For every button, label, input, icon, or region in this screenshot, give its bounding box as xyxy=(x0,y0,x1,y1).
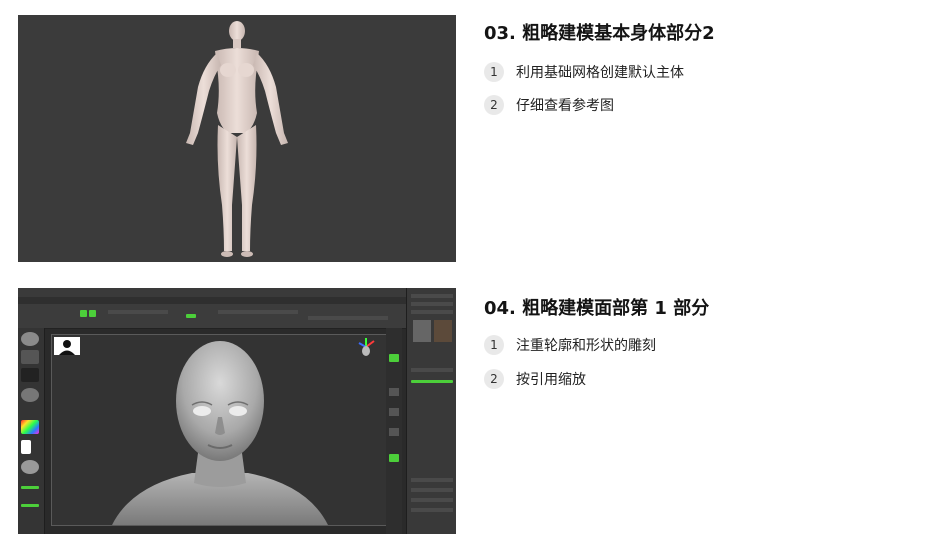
step-number-badge: 2 xyxy=(484,95,504,115)
step-number-badge: 1 xyxy=(484,62,504,82)
palette-row xyxy=(411,478,453,482)
draw-mode-button xyxy=(80,310,87,317)
color-swatch-icon xyxy=(21,440,31,454)
step-text: 注重轮廓和形状的雕刻 xyxy=(516,338,656,354)
tool-thumbnail xyxy=(413,320,431,342)
zbrush-face-screenshot xyxy=(18,288,456,534)
list-item: 2 仔细查看参考图 xyxy=(484,94,614,116)
matcap-icon xyxy=(21,460,39,474)
active-toggle xyxy=(389,354,399,362)
palette-row xyxy=(411,302,453,306)
gizmo-axis-icon xyxy=(358,338,375,356)
zbrush-top-shelf xyxy=(18,304,456,329)
step-number-badge: 2 xyxy=(484,369,504,389)
step-text: 仔细查看参考图 xyxy=(516,98,614,114)
step-text: 按引用缩放 xyxy=(516,372,586,388)
palette-row xyxy=(411,498,453,502)
portrait-reference-icon xyxy=(54,337,80,355)
stroke-icon xyxy=(21,350,39,364)
material-icon xyxy=(21,388,39,402)
face-sculpt xyxy=(112,341,328,525)
alpha-icon xyxy=(21,368,39,382)
active-toggle xyxy=(21,486,39,489)
section-title: 03. 粗略建模基本身体部分2 xyxy=(484,23,715,44)
zbrush-menu-bar xyxy=(18,297,456,304)
zbrush-left-shelf xyxy=(18,328,45,534)
palette-row xyxy=(411,368,453,372)
tool-button xyxy=(389,428,399,436)
shelf-slider xyxy=(218,310,298,314)
move-mode-button xyxy=(89,310,96,317)
list-item: 1 利用基础网格创建默认主体 xyxy=(484,61,684,83)
palette-row xyxy=(411,294,453,298)
step-number-badge: 1 xyxy=(484,335,504,355)
tool-button xyxy=(389,388,399,396)
step-text: 利用基础网格创建默认主体 xyxy=(516,65,684,81)
palette-row xyxy=(411,310,453,314)
zbrush-right-shelf xyxy=(386,328,402,534)
palette-row xyxy=(411,488,453,492)
list-item: 1 注重轮廓和形状的雕刻 xyxy=(484,334,656,356)
active-subtool xyxy=(411,380,453,383)
shelf-slider xyxy=(308,316,388,320)
palette-row xyxy=(411,508,453,512)
shelf-slider xyxy=(108,310,168,314)
zadd-button xyxy=(186,314,196,318)
zbrush-canvas xyxy=(51,334,388,526)
active-toggle xyxy=(389,454,399,462)
brush-icon xyxy=(21,332,39,346)
body-model-screenshot xyxy=(18,15,456,262)
tool-button xyxy=(389,408,399,416)
body-figure xyxy=(186,21,288,257)
list-item: 2 按引用缩放 xyxy=(484,368,586,390)
section-title: 04. 粗略建模面部第 1 部分 xyxy=(484,298,710,319)
active-toggle xyxy=(21,504,39,507)
color-picker-icon xyxy=(21,420,39,434)
tool-thumbnail xyxy=(434,320,452,342)
zbrush-tool-palette xyxy=(406,288,456,534)
